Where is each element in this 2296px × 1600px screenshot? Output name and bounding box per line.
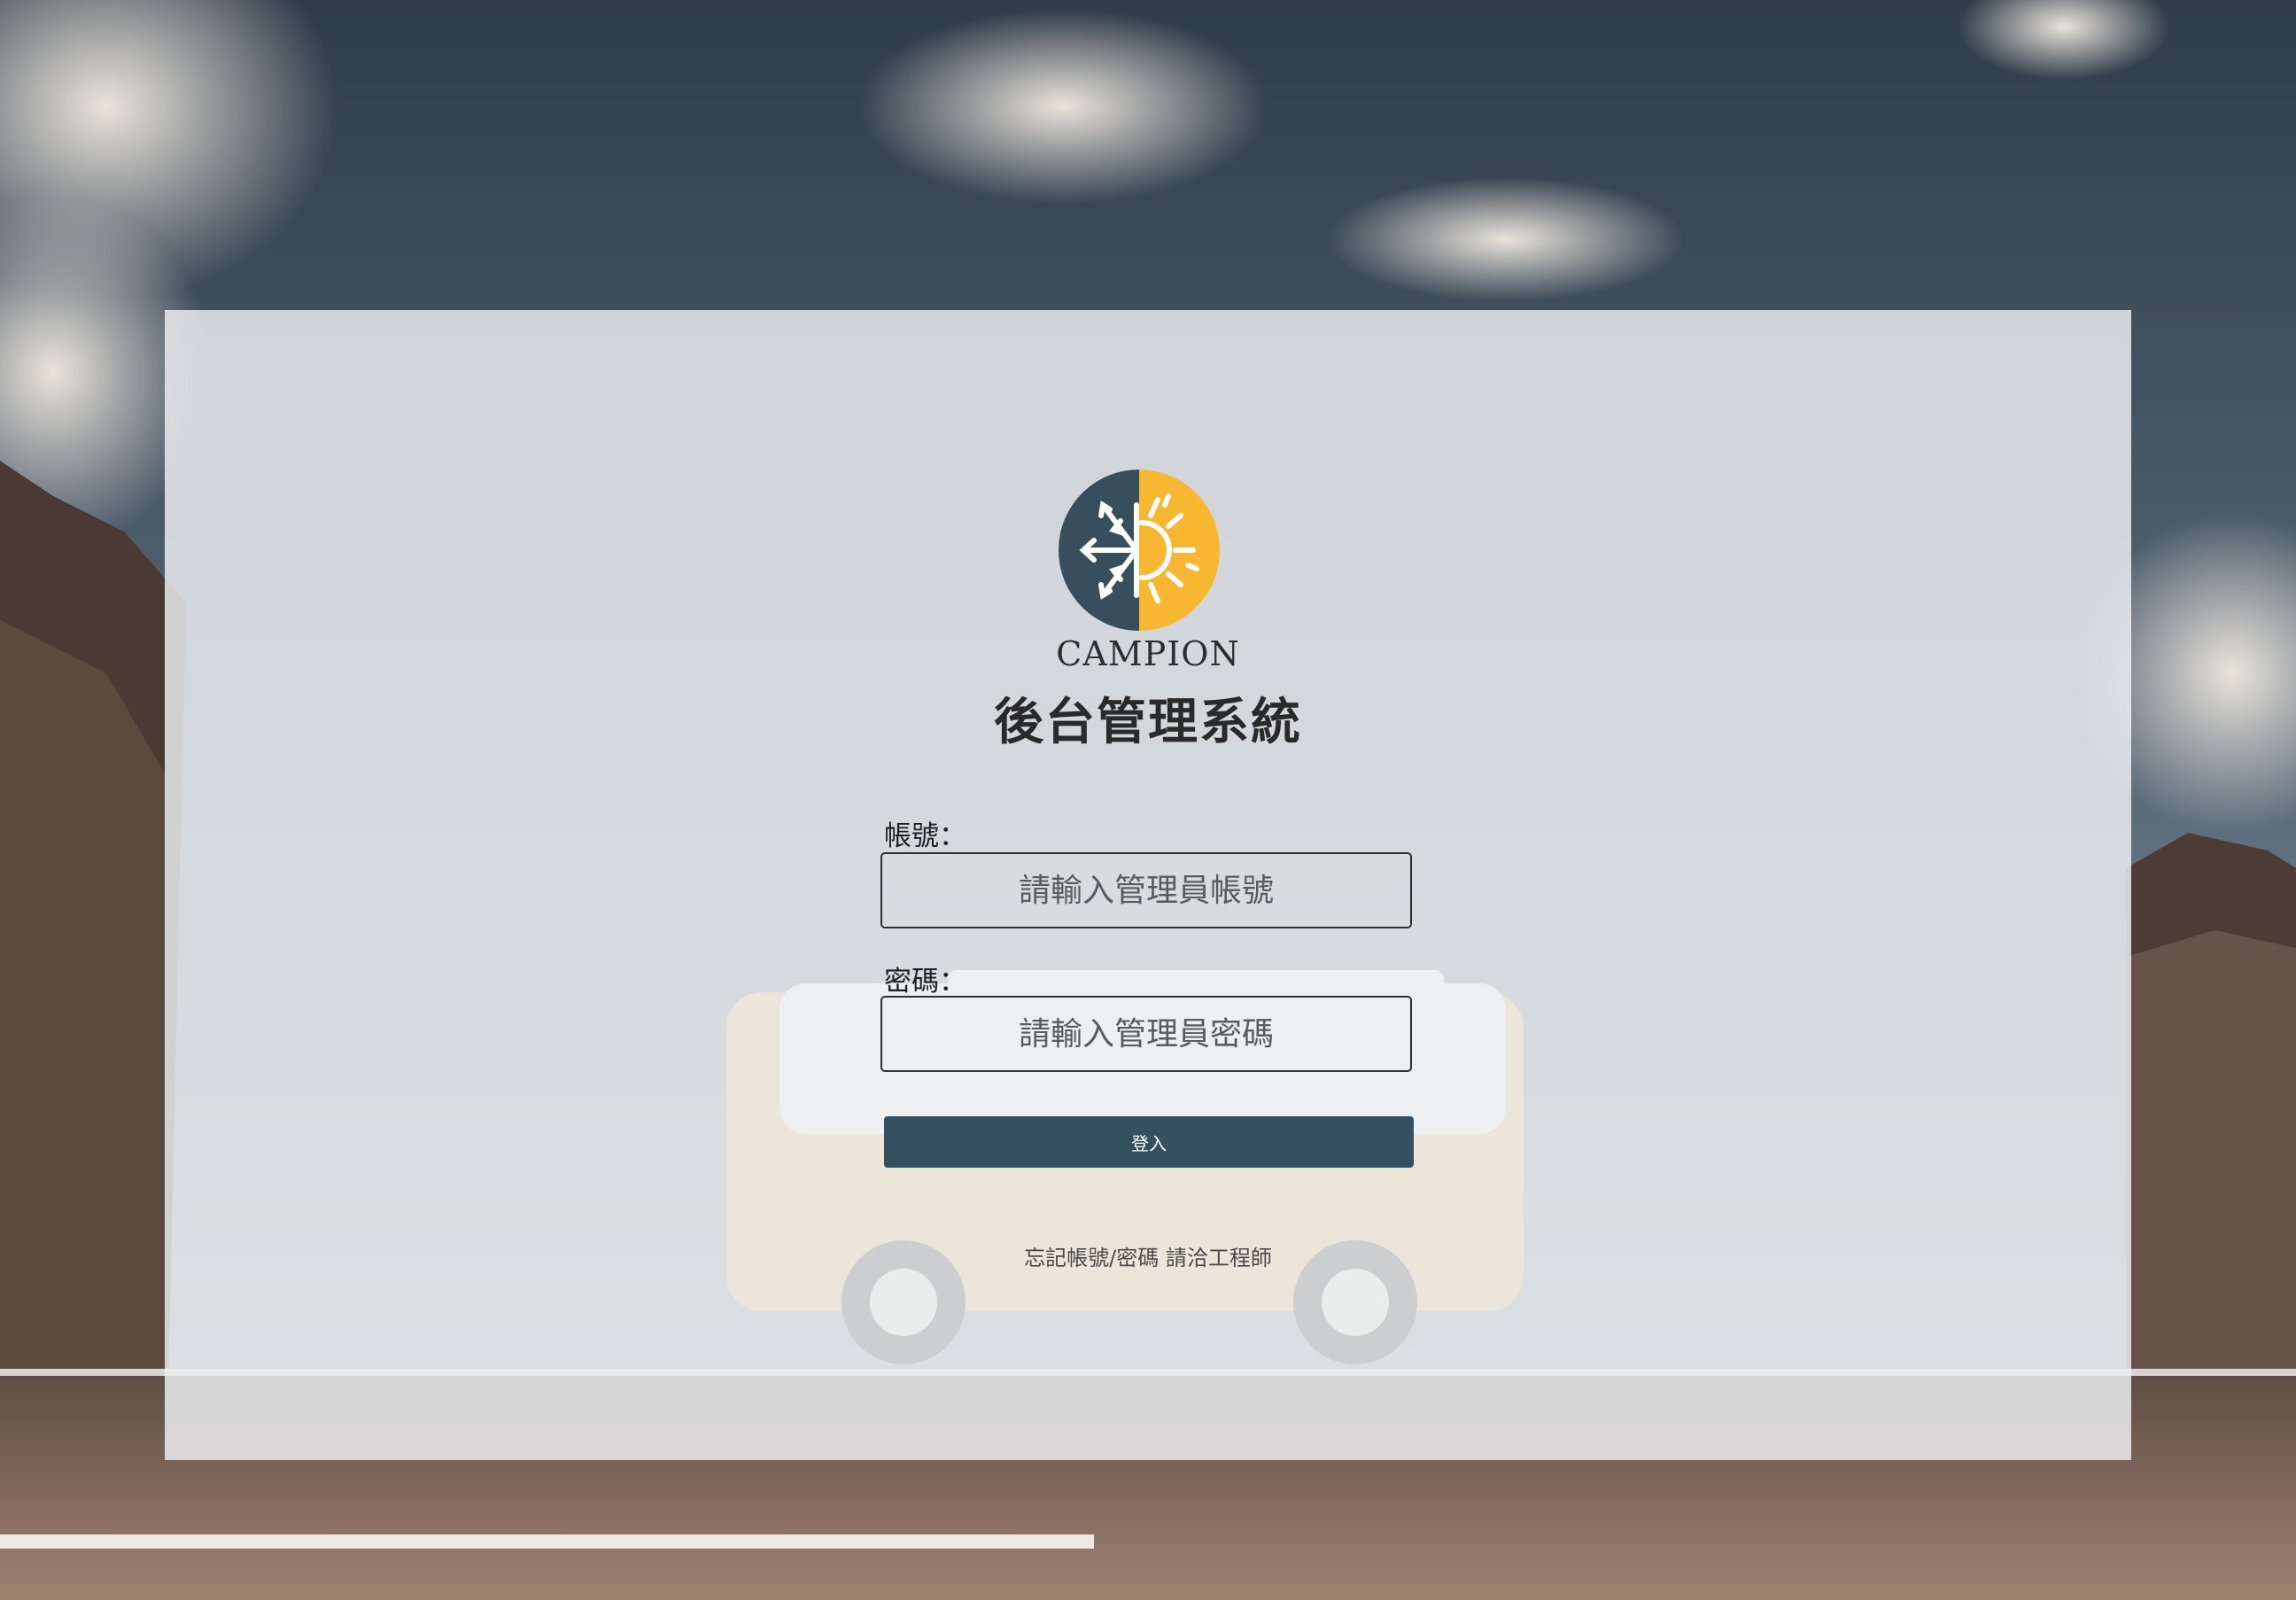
password-input[interactable] <box>880 996 1412 1072</box>
page-title: 後台管理系統 <box>994 694 1302 751</box>
login-button[interactable]: 登入 <box>884 1116 1414 1168</box>
brand-name: CAMPION <box>1056 634 1240 673</box>
account-label: 帳號： <box>884 820 966 852</box>
forgot-credentials-text: 忘記帳號/密碼 請洽工程師 <box>1024 1246 1272 1270</box>
password-label: 密碼： <box>884 966 966 998</box>
account-input[interactable] <box>880 852 1412 928</box>
snowflake-sun-icon <box>1059 470 1220 631</box>
